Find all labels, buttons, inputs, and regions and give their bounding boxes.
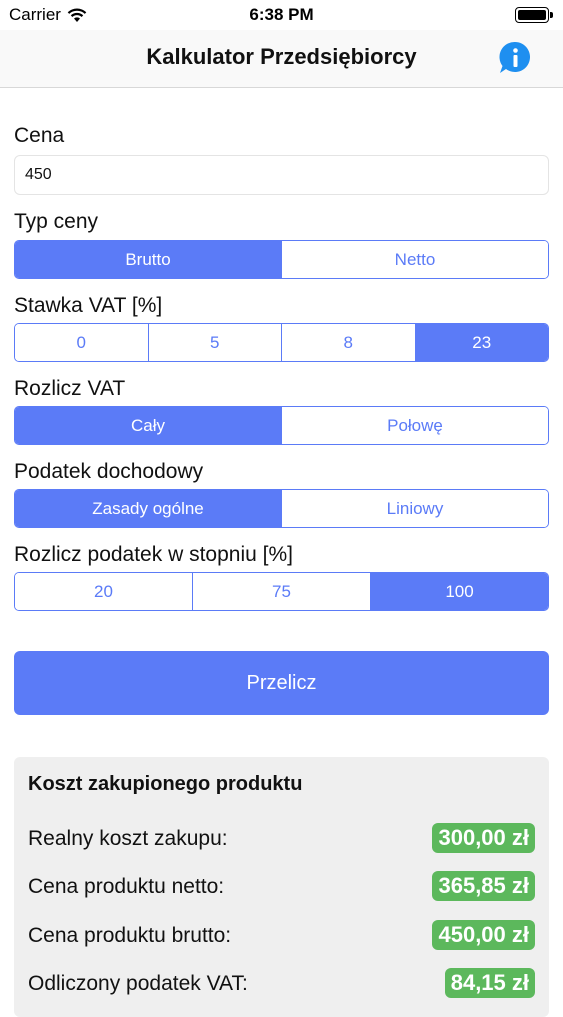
segment-degree-20[interactable]: 20 — [15, 573, 193, 610]
segment-degree-100[interactable]: 100 — [371, 573, 548, 610]
segment-polowe[interactable]: Połowę — [282, 407, 548, 444]
segment-vat-8[interactable]: 8 — [282, 324, 416, 361]
vat-rate-segmented: 0 5 8 23 — [14, 323, 549, 362]
result-row: Cena produktu brutto: 450,00 zł — [28, 920, 535, 952]
result-value-badge: 84,15 zł — [444, 968, 535, 998]
result-row: Cena produktu netto: 365,85 zł — [28, 871, 535, 903]
result-value-badge: 450,00 zł — [432, 920, 535, 950]
segment-brutto[interactable]: Brutto — [15, 241, 282, 278]
info-icon[interactable] — [497, 40, 533, 76]
tax-degree-segmented: 20 75 100 — [14, 572, 549, 611]
vat-rate-label: Stawka VAT [%] — [14, 294, 163, 317]
segment-vat-23[interactable]: 23 — [415, 324, 548, 361]
segment-liniowy[interactable]: Liniowy — [282, 490, 548, 527]
result-value-badge: 300,00 zł — [432, 823, 535, 853]
results-panel: Koszt zakupionego produktu Realny koszt … — [14, 757, 549, 1017]
tax-degree-label: Rozlicz podatek w stopniu [%] — [14, 543, 293, 566]
status-bar: Carrier 6:38 PM — [0, 0, 563, 30]
segment-degree-75[interactable]: 75 — [193, 573, 371, 610]
result-label: Odliczony podatek VAT: — [28, 972, 248, 995]
result-row: Odliczony podatek VAT: 84,15 zł — [28, 968, 535, 1000]
vat-settle-segmented: Cały Połowę — [14, 406, 549, 445]
price-input[interactable] — [14, 155, 549, 195]
segment-vat-5[interactable]: 5 — [148, 324, 282, 361]
navigation-bar: Kalkulator Przedsiębiorcy — [0, 30, 563, 88]
result-label: Cena produktu brutto: — [28, 924, 232, 947]
result-row: Realny koszt zakupu: 300,00 zł — [28, 823, 535, 855]
price-type-segmented: Brutto Netto — [14, 240, 549, 279]
price-type-label: Typ ceny — [14, 210, 99, 233]
vat-settle-label: Rozlicz VAT — [14, 377, 126, 400]
segment-vat-0[interactable]: 0 — [15, 324, 149, 361]
result-value-badge: 365,85 zł — [432, 871, 535, 901]
price-label: Cena — [14, 124, 65, 147]
segment-zasady-ogolne[interactable]: Zasady ogólne — [15, 490, 282, 527]
result-label: Realny koszt zakupu: — [28, 827, 228, 850]
income-tax-label: Podatek dochodowy — [14, 460, 204, 483]
battery-icon — [515, 7, 553, 23]
calculate-button[interactable]: Przelicz — [14, 651, 549, 715]
income-tax-segmented: Zasady ogólne Liniowy — [14, 489, 549, 528]
segment-netto[interactable]: Netto — [282, 241, 548, 278]
status-time: 6:38 PM — [249, 5, 314, 24]
results-title: Koszt zakupionego produktu — [28, 773, 303, 795]
segment-caly[interactable]: Cały — [15, 407, 282, 444]
page-title: Kalkulator Przedsiębiorcy — [146, 44, 417, 69]
result-label: Cena produktu netto: — [28, 875, 225, 898]
